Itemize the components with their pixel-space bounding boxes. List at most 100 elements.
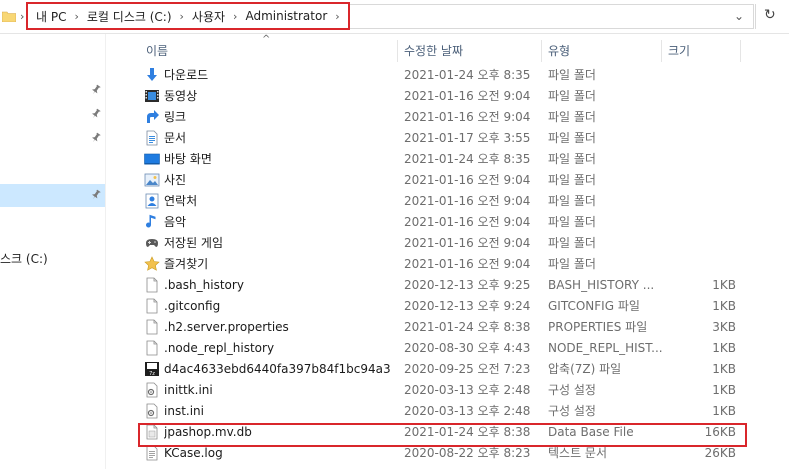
music-icon [144,214,160,231]
file-row[interactable]: 7z d4ac4633ebd6440fa397b84f1bc94a3c.... 20… [138,359,742,380]
file-type: 파일 폴더 [548,194,596,208]
file-size [663,191,736,212]
archive-icon: 7z [144,361,160,378]
file-date: 2021-01-24 오후 8:35 [404,152,531,166]
breadcrumb-item-users[interactable]: 사용자 [192,8,225,25]
chevron-right-icon[interactable]: › [233,10,237,23]
file-name: .gitconfig [164,299,221,313]
pin-icon[interactable] [90,108,102,120]
file-size [663,65,736,86]
file-row[interactable]: .h2.server.properties 2021-01-24 오후 8:38 P… [138,317,742,338]
file-type: 파일 폴더 [548,89,596,103]
games-icon [144,235,160,252]
file-date: 2021-01-16 오전 9:04 [404,236,531,250]
breadcrumb-item-local-disk[interactable]: 로컬 디스크 (C:) [87,8,172,25]
file-date: 2020-03-13 오후 2:48 [404,383,531,397]
file-date: 2021-01-16 오전 9:04 [404,173,531,187]
file-row[interactable]: inst.ini 2020-03-13 오후 2:48 구성 설정 1KB [138,401,742,422]
column-header-date[interactable]: 수정한 날짜 [404,40,463,62]
file-row[interactable]: .gitconfig 2020-12-13 오후 9:24 GITCONFIG 파일… [138,296,742,317]
file-date: 2021-01-17 오후 3:55 [404,131,531,145]
file-name: 바탕 화면 [164,152,212,166]
picture-icon [144,172,160,189]
navigation-pane: 스크 (C:) [0,34,106,469]
file-row[interactable]: 바탕 화면 2021-01-24 오후 8:35 파일 폴더 [138,149,742,170]
file-date: 2020-09-25 오전 7:23 [404,362,531,376]
file-row[interactable]: .bash_history 2020-12-13 오후 9:25 BASH_HIST… [138,275,742,296]
star-icon [144,256,160,273]
column-header-size[interactable]: 크기 [668,40,690,62]
folder-icon [2,11,16,22]
sort-up-icon: ^ [262,34,271,45]
file-type: 파일 폴더 [548,110,596,124]
file-name: inst.ini [164,404,204,418]
column-separator[interactable] [397,40,398,62]
file-row[interactable]: inittk.ini 2020-03-13 오후 2:48 구성 설정 1KB [138,380,742,401]
file-type: 파일 폴더 [548,68,596,82]
file-name: 즐겨찾기 [164,257,209,271]
file-type: GITCONFIG 파일 [548,299,640,313]
file-size [663,107,736,128]
chevron-right-icon[interactable]: › [74,10,78,23]
file-row[interactable]: 다운로드 2021-01-24 오후 8:35 파일 폴더 [138,65,742,86]
file-size [663,149,736,170]
file-icon [144,298,160,315]
file-date: 2020-03-13 오후 2:48 [404,404,531,418]
download-icon [144,67,160,84]
file-name: inittk.ini [164,383,213,397]
file-row[interactable]: 동영상 2021-01-16 오전 9:04 파일 폴더 [138,86,742,107]
file-size [663,86,736,107]
file-date: 2021-01-16 오전 9:04 [404,215,531,229]
file-date: 2021-01-24 오후 8:38 [404,320,531,334]
file-type: 구성 설정 [548,383,596,397]
settings-file-icon [144,403,160,420]
link-icon [144,109,160,126]
file-row[interactable]: .node_repl_history 2020-08-30 오후 4:43 NODE… [138,338,742,359]
file-name: 동영상 [164,89,198,103]
chevron-right-icon[interactable]: › [180,10,184,23]
file-row[interactable]: 링크 2021-01-16 오전 9:04 파일 폴더 [138,107,742,128]
breadcrumb-item-pc[interactable]: 내 PC [36,8,66,25]
file-type: 구성 설정 [548,404,596,418]
file-date: 2021-01-24 오후 8:35 [404,68,531,82]
file-row[interactable]: 저장된 게임 2021-01-16 오전 9:04 파일 폴더 [138,233,742,254]
column-header-type[interactable]: 유형 [548,40,570,62]
file-size: 3KB [712,320,736,334]
refresh-icon[interactable]: ↻ [764,7,776,23]
nav-item-local-disk[interactable]: 스크 (C:) [0,250,48,267]
file-size [663,128,736,149]
file-row[interactable]: 사진 2021-01-16 오전 9:04 파일 폴더 [138,170,742,191]
file-name: 연락처 [164,194,198,208]
file-row[interactable]: 음악 2021-01-16 오전 9:04 파일 폴더 [138,212,742,233]
pin-icon[interactable] [90,132,102,144]
chevron-right-icon[interactable]: › [20,10,24,23]
file-row[interactable]: 문서 2021-01-17 오후 3:55 파일 폴더 [138,128,742,149]
file-size: 1KB [712,362,736,376]
address-field[interactable] [350,4,754,29]
pane-divider[interactable] [105,34,106,469]
file-name: 문서 [164,131,187,145]
file-row[interactable]: 즐겨찾기 2021-01-16 오전 9:04 파일 폴더 [138,254,742,275]
chevron-right-icon[interactable]: › [335,10,339,23]
column-separator[interactable] [541,40,542,62]
breadcrumb-item-administrator[interactable]: Administrator [245,9,327,23]
settings-file-icon [144,382,160,399]
breadcrumb: 내 PC › 로컬 디스크 (C:) › 사용자 › Administrator… [26,2,350,30]
column-header-name[interactable]: 이름 [146,40,168,62]
pin-icon[interactable] [90,189,102,201]
pin-icon[interactable] [90,84,102,96]
chevron-down-icon[interactable]: ⌄ [734,9,744,23]
file-size [663,212,736,233]
file-row[interactable]: 연락처 2021-01-16 오전 9:04 파일 폴더 [138,191,742,212]
file-date: 2021-01-16 오전 9:04 [404,89,531,103]
file-type: NODE_REPL_HIST... [548,341,663,355]
file-type: BASH_HISTORY ... [548,278,655,292]
file-date: 2020-08-30 오후 4:43 [404,341,531,355]
nav-item-selected[interactable] [0,184,106,207]
svg-text:7z: 7z [149,371,155,377]
file-date: 2021-01-16 오전 9:04 [404,110,531,124]
file-type: 압축(7Z) 파일 [548,362,622,376]
column-separator[interactable] [740,40,741,62]
file-type: PROPERTIES 파일 [548,320,648,334]
column-separator[interactable] [661,40,662,62]
